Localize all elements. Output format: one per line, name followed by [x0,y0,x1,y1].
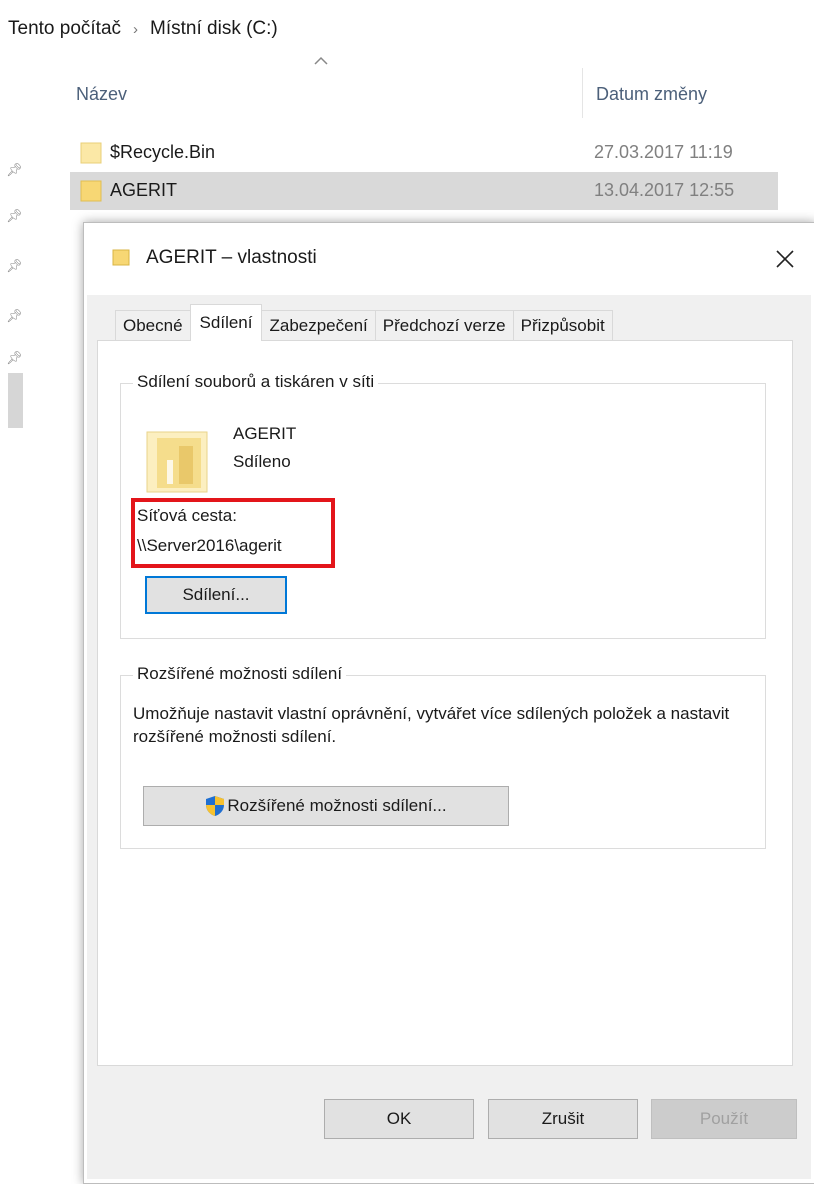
folder-icon [112,249,130,266]
shared-folder-icon [146,431,208,493]
breadcrumb-item-local-disk[interactable]: Místní disk (C:) [150,18,278,40]
breadcrumb: Tento počítač › Místní disk (C:) [8,18,278,40]
column-divider[interactable] [582,68,583,118]
pin-icon[interactable]: 📌︎ [6,308,23,324]
folder-icon [80,142,102,164]
advanced-sharing-description: Umožňuje nastavit vlastní oprávnění, vyt… [133,704,730,746]
network-path-label: Síťová cesta: [137,506,237,525]
close-button[interactable] [763,237,807,281]
dialog-client-area: Obecné Sdílení Zabezpečení Předchozí ver… [87,295,811,1179]
sharing-tab-page: Sdílení souborů a tiskáren v síti AGERIT… [97,340,793,1066]
column-header-name[interactable]: Název [76,84,127,105]
network-sharing-legend: Sdílení souborů a tiskáren v síti [133,372,379,392]
tab-general[interactable]: Obecné [115,310,191,341]
tab-customize[interactable]: Přizpůsobit [512,310,613,341]
apply-button-label: Použít [699,1109,749,1128]
tab-previous-versions[interactable]: Předchozí verze [374,310,514,341]
sharing-status: Sdíleno [233,452,291,471]
breadcrumb-separator-icon: › [133,20,139,38]
dialog-title: AGERIT – vlastnosti [146,247,317,268]
cancel-button[interactable]: Zrušit [488,1099,638,1139]
sort-ascending-icon [314,56,328,65]
file-row-recycle-bin[interactable]: $Recycle.Bin 27.03.2017 11:19 [70,134,778,172]
column-header-date-modified[interactable]: Datum změny [596,84,707,105]
share-button[interactable]: Sdílení... [145,576,287,614]
ok-button[interactable]: OK [324,1099,474,1139]
network-path-value: \\Server2016\agerit [137,536,282,555]
advanced-sharing-group: Rozšířené možnosti sdílení Umožňuje nast… [120,664,766,849]
shared-folder-name: AGERIT [233,424,297,443]
tab-strip: Obecné Sdílení Zabezpečení Předchozí ver… [115,304,613,341]
ok-button-label: OK [386,1109,412,1128]
cancel-button-label: Zrušit [541,1109,585,1128]
file-row-agerit[interactable]: AGERIT 13.04.2017 12:55 [70,172,778,210]
breadcrumb-item-this-pc[interactable]: Tento počítač [8,18,121,40]
pin-icon[interactable]: 📌︎ [6,208,23,224]
file-date: 13.04.2017 12:55 [594,180,735,200]
file-name: AGERIT [110,180,178,200]
advanced-sharing-legend: Rozšířené možnosti sdílení [133,664,347,684]
tab-security[interactable]: Zabezpečení [261,310,376,341]
advanced-sharing-button[interactable]: Rozšířené možnosti sdílení... [143,786,509,826]
network-sharing-group: Sdílení souborů a tiskáren v síti AGERIT… [120,372,766,639]
advanced-sharing-button-label: Rozšířené možnosti sdílení... [227,796,447,815]
pin-icon[interactable]: 📌︎ [6,162,23,178]
folder-icon [80,180,102,202]
file-name: $Recycle.Bin [110,142,216,162]
share-button-label: Sdílení... [182,585,250,604]
file-date: 27.03.2017 11:19 [594,142,733,162]
apply-button[interactable]: Použít [651,1099,797,1139]
close-icon [776,250,794,268]
dialog-titlebar[interactable]: AGERIT – vlastnosti [84,223,814,295]
properties-dialog: AGERIT – vlastnosti Obecné Sdílení Zabez… [83,222,814,1184]
uac-shield-icon [206,796,225,816]
pin-icon[interactable]: 📌︎ [6,350,23,366]
pin-icon[interactable]: 📌︎ [6,258,23,274]
tab-sharing[interactable]: Sdílení [189,304,263,341]
nav-pane-scrollbar[interactable] [8,373,23,428]
